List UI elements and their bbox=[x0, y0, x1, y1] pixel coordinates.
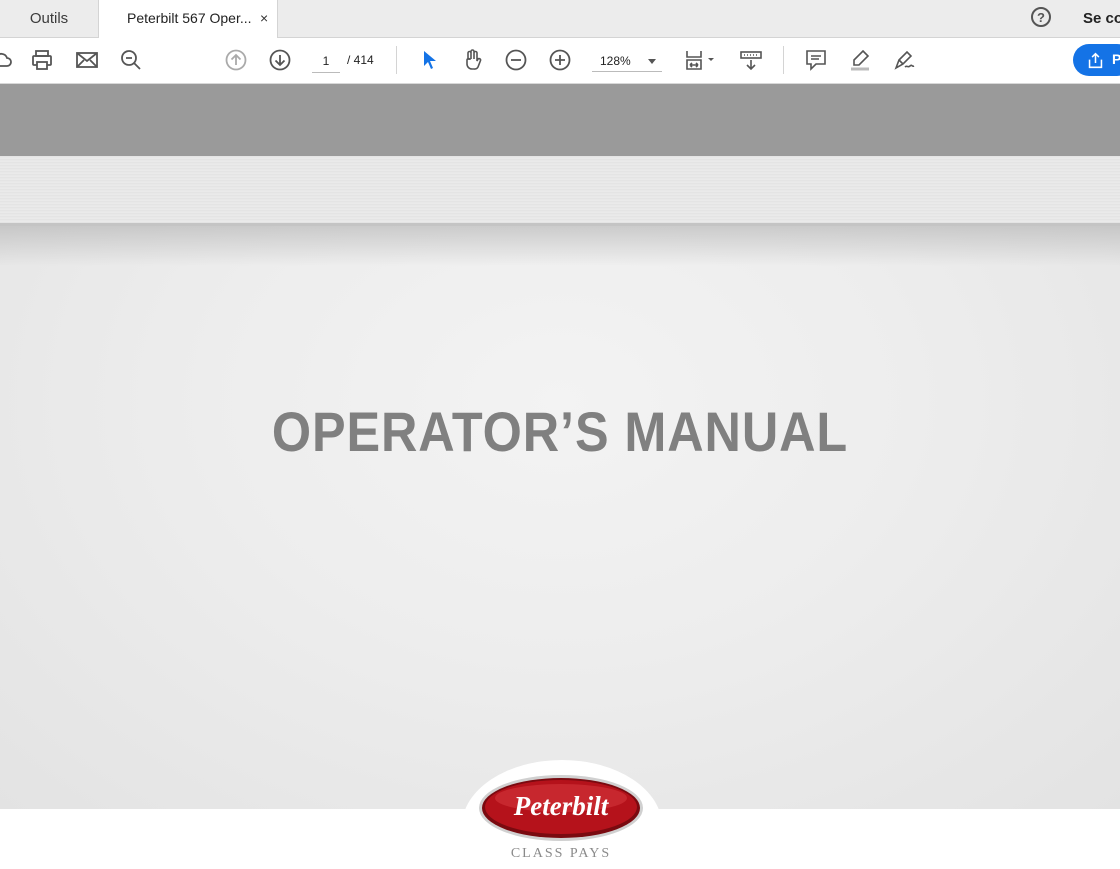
email-icon[interactable] bbox=[75, 48, 99, 72]
search-zoom-icon[interactable] bbox=[119, 48, 143, 72]
share-icon bbox=[1088, 52, 1103, 69]
sign-icon[interactable] bbox=[892, 48, 916, 72]
document-viewer[interactable]: OPERATOR’S MANUAL Peterbilt CLASS PAYS bbox=[0, 84, 1120, 869]
fit-page-icon[interactable] bbox=[684, 48, 718, 72]
share-button[interactable]: P bbox=[1073, 44, 1120, 76]
tab-document[interactable]: Peterbilt 567 Oper... × bbox=[99, 0, 278, 38]
toolbar-divider bbox=[396, 46, 397, 74]
comment-icon[interactable] bbox=[804, 48, 828, 72]
toolbar: / 414 128% P bbox=[0, 38, 1120, 84]
share-button-label: P bbox=[1112, 51, 1120, 67]
tagline: CLASS PAYS bbox=[510, 846, 612, 861]
zoom-level-select[interactable]: 128% bbox=[592, 50, 662, 72]
hand-icon[interactable] bbox=[460, 48, 484, 72]
tab-bar: Outils Peterbilt 567 Oper... × ? Se co bbox=[0, 0, 1120, 38]
cover-top-band bbox=[0, 84, 1120, 156]
zoom-level-value: 128% bbox=[600, 54, 631, 68]
page-number-input[interactable] bbox=[312, 50, 340, 73]
zoom-in-icon[interactable] bbox=[548, 48, 572, 72]
signin-link[interactable]: Se co bbox=[1083, 0, 1120, 37]
cloud-icon[interactable] bbox=[0, 48, 14, 72]
peterbilt-logo: Peterbilt bbox=[479, 775, 643, 841]
chevron-down-icon bbox=[648, 59, 656, 64]
select-arrow-icon[interactable] bbox=[418, 48, 442, 72]
highlight-icon[interactable] bbox=[848, 48, 872, 72]
help-icon[interactable]: ? bbox=[1031, 7, 1051, 27]
cover-metal-band bbox=[0, 156, 1120, 226]
page-down-icon[interactable] bbox=[268, 48, 292, 72]
logo-text: Peterbilt bbox=[513, 791, 610, 821]
tab-document-title: Peterbilt 567 Oper... bbox=[127, 10, 252, 26]
page-up-icon[interactable] bbox=[224, 48, 248, 72]
close-tab-icon[interactable]: × bbox=[260, 0, 268, 37]
toolbar-divider bbox=[783, 46, 784, 74]
cover-panel bbox=[0, 226, 1120, 809]
scroll-mode-icon[interactable] bbox=[739, 48, 763, 72]
zoom-out-icon[interactable] bbox=[504, 48, 528, 72]
print-icon[interactable] bbox=[30, 48, 54, 72]
cover-shadow bbox=[0, 226, 1120, 266]
tab-tools[interactable]: Outils bbox=[0, 0, 99, 37]
page-total: / 414 bbox=[347, 53, 374, 67]
manual-title: OPERATOR’S MANUAL bbox=[271, 400, 849, 463]
